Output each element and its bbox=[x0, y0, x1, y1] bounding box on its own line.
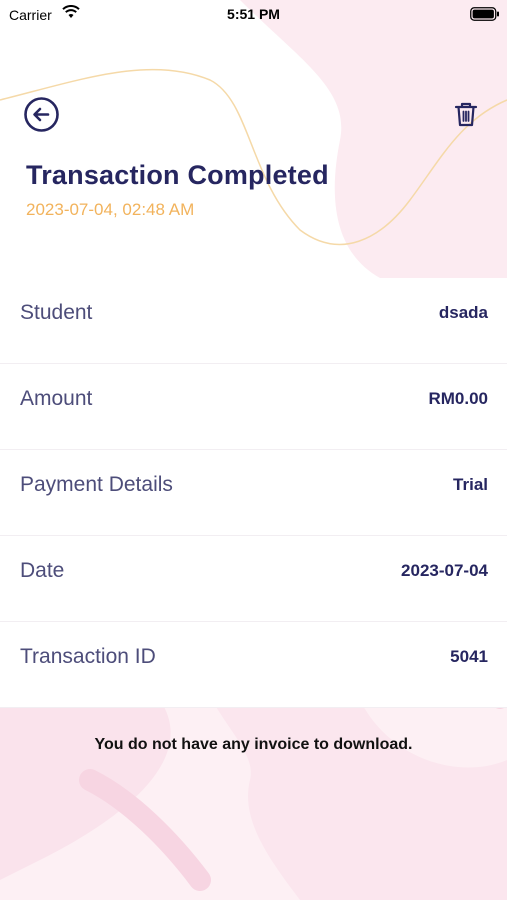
page-title: Transaction Completed bbox=[26, 160, 329, 190]
arrow-left-circle-icon bbox=[24, 97, 59, 132]
detail-row-student: Student dsada bbox=[0, 278, 507, 364]
delete-button[interactable] bbox=[452, 100, 480, 128]
detail-value: RM0.00 bbox=[428, 389, 488, 408]
invoice-notice: You do not have any invoice to download. bbox=[94, 736, 413, 753]
battery-icon bbox=[470, 7, 499, 21]
back-button[interactable] bbox=[23, 96, 60, 133]
detail-row-amount: Amount RM0.00 bbox=[0, 364, 507, 450]
detail-label: Payment Details bbox=[20, 473, 173, 496]
detail-value: 2023-07-04 bbox=[401, 561, 488, 580]
detail-value: dsada bbox=[438, 303, 488, 322]
transaction-timestamp: 2023-07-04, 02:48 AM bbox=[26, 200, 195, 219]
detail-value: Trial bbox=[453, 475, 488, 494]
detail-label: Amount bbox=[20, 387, 93, 410]
transaction-details-list: Student dsada Amount RM0.00 Payment Deta… bbox=[0, 278, 507, 708]
detail-label: Student bbox=[20, 301, 93, 324]
detail-label: Date bbox=[20, 559, 65, 582]
detail-row-payment-details: Payment Details Trial bbox=[0, 450, 507, 536]
clock-time: 5:51 PM bbox=[227, 6, 280, 22]
trash-icon bbox=[454, 102, 478, 127]
detail-row-transaction-id: Transaction ID 5041 bbox=[0, 622, 507, 708]
detail-label: Transaction ID bbox=[20, 645, 156, 668]
detail-value: 5041 bbox=[450, 647, 488, 666]
status-bar: Carrier 5:51 PM bbox=[0, 0, 507, 30]
detail-row-date: Date 2023-07-04 bbox=[0, 536, 507, 622]
